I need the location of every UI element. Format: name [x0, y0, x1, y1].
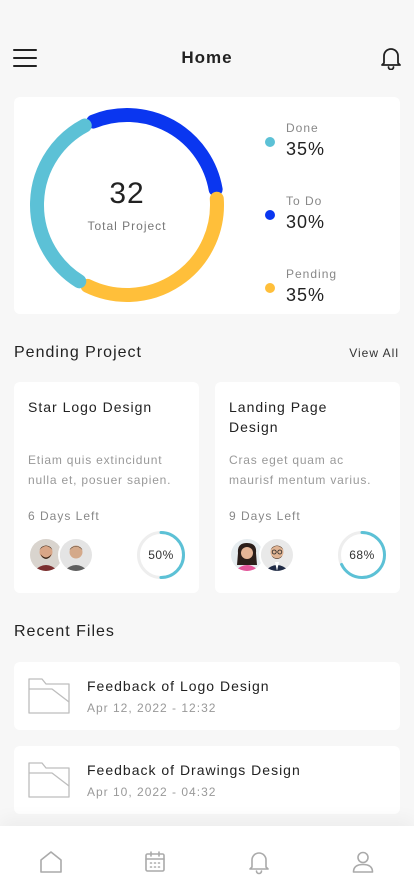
file-name: Feedback of Drawings Design [87, 762, 301, 778]
folder-icon [28, 678, 70, 714]
project-title: Star Logo Design [28, 399, 153, 415]
notification-button[interactable] [380, 46, 402, 71]
pending-project-heading: Pending Project [14, 344, 142, 361]
file-date: Apr 10, 2022 - 04:32 [87, 785, 217, 799]
avatar [58, 537, 94, 573]
donut-center: 32 Total Project [28, 106, 226, 304]
total-project-count: 32 [109, 177, 145, 210]
legend-dot [265, 137, 275, 147]
file-date: Apr 12, 2022 - 12:32 [87, 701, 217, 715]
legend-name: To Do [286, 194, 323, 208]
avatar-man [60, 539, 92, 571]
legend-item-pending: Pending 35% [265, 252, 385, 305]
bottom-navigation [0, 826, 414, 896]
page-title: Home [181, 48, 233, 67]
view-all-link[interactable]: View All [349, 346, 399, 360]
folder-icon [28, 762, 70, 798]
calendar-icon [145, 851, 165, 872]
project-description: Etiam quis extincidunt nulla et, posuer … [28, 453, 172, 487]
legend-dot [265, 210, 275, 220]
project-card-landing-page[interactable]: Landing Page Design Cras eget quam ac ma… [215, 382, 400, 593]
project-title: Landing Page Design [229, 399, 328, 435]
bell-icon [249, 852, 269, 875]
file-name: Feedback of Logo Design [87, 678, 270, 694]
project-summary-card: 32 Total Project Done 35% To Do 30% Pend… [14, 97, 400, 314]
legend-value: 30% [286, 212, 326, 232]
avatar-man-glasses [261, 539, 293, 571]
legend-value: 35% [286, 285, 326, 305]
avatar [259, 537, 295, 573]
project-description: Cras eget quam ac maurisf mentum varius. [229, 453, 372, 487]
nav-profile-button[interactable] [350, 849, 376, 875]
app-header: Home [0, 40, 414, 76]
project-card-star-logo[interactable]: Star Logo Design Etiam quis extincidunt … [14, 382, 199, 593]
progress-label: 68% [349, 548, 375, 562]
project-days-left: 9 Days Left [229, 509, 301, 523]
nav-calendar-button[interactable] [142, 849, 168, 875]
nav-notifications-button[interactable] [246, 849, 272, 875]
legend-name: Pending [286, 267, 338, 281]
recent-files-heading: Recent Files [14, 623, 115, 640]
nav-home-button[interactable] [38, 849, 64, 875]
progress-label: 50% [148, 548, 174, 562]
legend-name: Done [286, 121, 319, 135]
bell-icon [381, 48, 401, 71]
project-days-left: 6 Days Left [28, 509, 100, 523]
legend-item-todo: To Do 30% [265, 179, 385, 232]
profile-icon [352, 851, 374, 873]
legend-item-done: Done 35% [265, 106, 385, 159]
total-project-label: Total Project [87, 219, 167, 233]
file-item[interactable]: Feedback of Logo Design Apr 12, 2022 - 1… [14, 662, 400, 730]
legend-value: 35% [286, 139, 326, 159]
home-screen: Home 32 Total Project Done 35% To Do 30%… [0, 0, 414, 896]
home-icon [40, 851, 62, 873]
legend-dot [265, 283, 275, 293]
file-item[interactable]: Feedback of Drawings Design Apr 10, 2022… [14, 746, 400, 814]
